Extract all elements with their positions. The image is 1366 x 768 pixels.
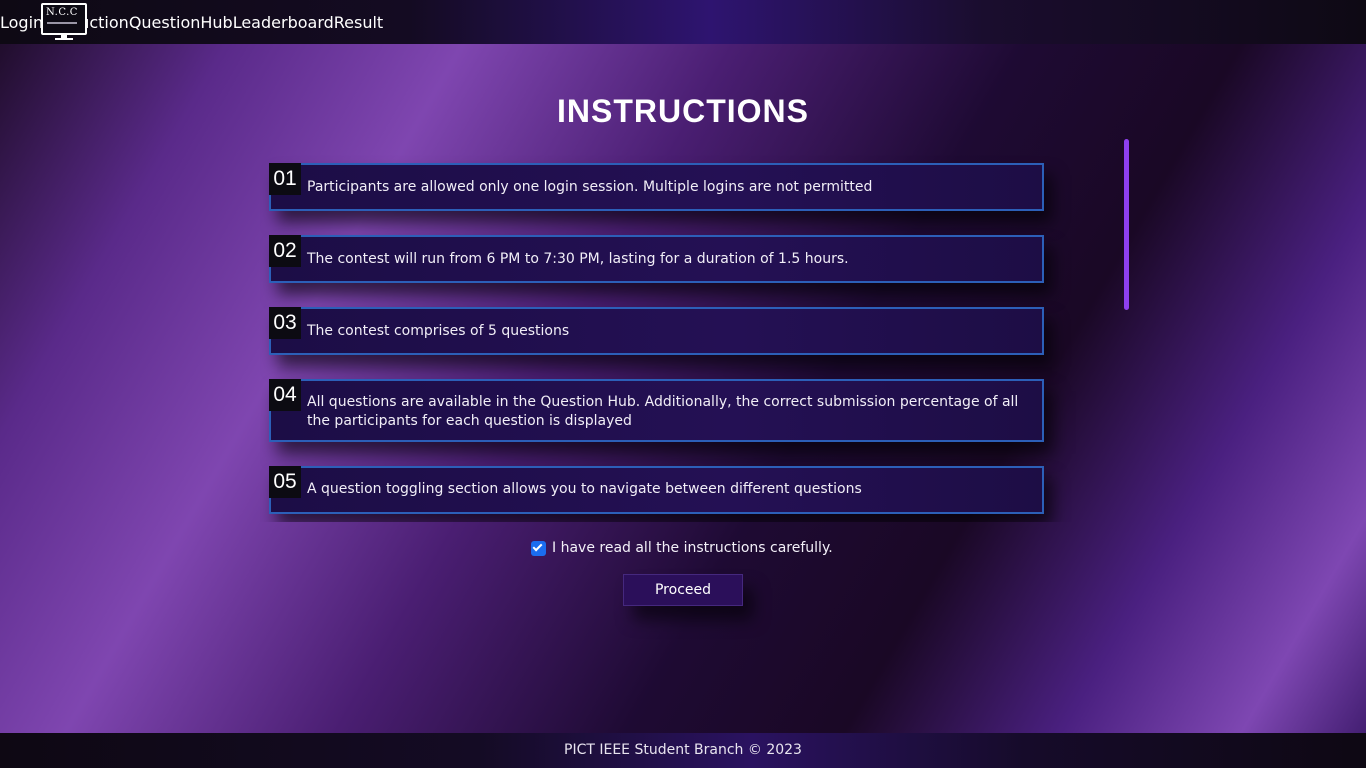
instruction-text: A question toggling section allows you t… bbox=[307, 481, 862, 497]
logo-text: N.C.C bbox=[46, 7, 78, 18]
proceed-button[interactable]: Proceed bbox=[623, 574, 743, 606]
list-scrollbar[interactable] bbox=[1124, 139, 1129, 310]
instruction-number: 04 bbox=[269, 379, 301, 411]
instruction-text: All questions are available in the Quest… bbox=[307, 394, 1019, 429]
instruction-number: 02 bbox=[269, 235, 301, 267]
agree-checkbox[interactable] bbox=[531, 540, 546, 556]
agree-row[interactable]: I have read all the instructions careful… bbox=[531, 538, 833, 558]
nav-leaderboard[interactable]: Leaderboard bbox=[233, 13, 334, 32]
instruction-item: 03 The contest comprises of 5 questions bbox=[269, 307, 1044, 355]
instruction-item: 04 All questions are available in the Qu… bbox=[269, 379, 1044, 442]
instruction-item: 01 Participants are allowed only one log… bbox=[269, 163, 1044, 211]
top-navbar: N.C.C Login Instruction QuestionHub Lead… bbox=[0, 0, 1366, 44]
instructions-list[interactable]: 01 Participants are allowed only one log… bbox=[260, 150, 1100, 522]
instruction-item: 05 A question toggling section allows yo… bbox=[269, 466, 1044, 514]
page-title: INSTRUCTIONS bbox=[557, 93, 809, 129]
instruction-text: The contest comprises of 5 questions bbox=[307, 323, 570, 339]
footer-text: PICT IEEE Student Branch © 2023 bbox=[0, 733, 1366, 768]
nav-result[interactable]: Result bbox=[334, 13, 383, 32]
instruction-text: The contest will run from 6 PM to 7:30 P… bbox=[307, 251, 849, 267]
instruction-number: 05 bbox=[269, 466, 301, 498]
instruction-text: Participants are allowed only one login … bbox=[307, 179, 873, 195]
instruction-item: 02 The contest will run from 6 PM to 7:3… bbox=[269, 235, 1044, 283]
agree-label[interactable]: I have read all the instructions careful… bbox=[552, 540, 833, 556]
instruction-number: 01 bbox=[269, 163, 301, 195]
nav-login[interactable]: Login bbox=[0, 13, 43, 32]
instruction-number: 03 bbox=[269, 307, 301, 339]
nav-questionhub[interactable]: QuestionHub bbox=[129, 13, 233, 32]
check-icon bbox=[532, 541, 543, 551]
logo-subtitle-line bbox=[47, 22, 77, 24]
ncc-logo[interactable]: N.C.C bbox=[41, 3, 87, 40]
monitor-base bbox=[55, 38, 73, 40]
